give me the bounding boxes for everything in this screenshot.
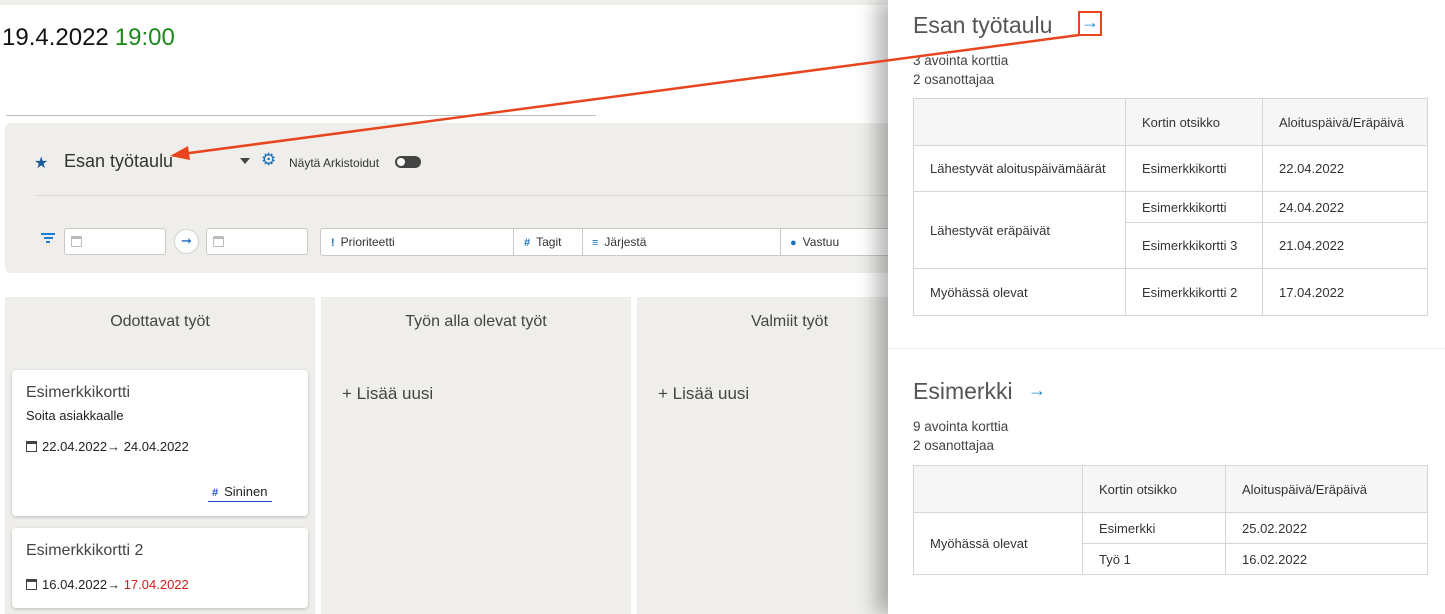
column-title: Odottavat työt <box>110 313 210 330</box>
group-label: Myöhässä olevat <box>913 268 1126 316</box>
date-cell: 16.02.2022 <box>1225 543 1428 575</box>
board-toolbar: ★ Esan työtaulu ⚙ Näytä Arkistoidut ➞ ! P… <box>5 123 905 273</box>
board-name[interactable]: Esan työtaulu <box>64 151 173 172</box>
date-cell: 17.04.2022 <box>1262 268 1428 316</box>
card-title-cell[interactable]: Esimerkkikortti 3 <box>1125 222 1263 269</box>
overdue-date: 17.04.2022 <box>123 577 189 592</box>
priority-icon: ! <box>331 237 335 249</box>
card-title-cell[interactable]: Esimerkki <box>1082 512 1226 544</box>
participants-count: 2 osanottajaa <box>913 438 995 453</box>
group-label: Lähestyvät eräpäivät <box>913 191 1126 269</box>
current-datetime: 19.4.2022 19:00 <box>2 24 175 52</box>
date-cell: 22.04.2022 <box>1262 145 1428 192</box>
date-cell: 25.02.2022 <box>1225 512 1428 544</box>
panel-divider <box>888 348 1445 349</box>
card-dates: 22.04.2022→ 24.04.2022 <box>26 439 189 454</box>
card-title-cell[interactable]: Esimerkkikortti 2 <box>1125 268 1263 316</box>
card[interactable]: Esimerkkikortti Soita asiakkaalle 22.04.… <box>12 370 308 516</box>
column-title: Työn alla olevat työt <box>405 313 547 330</box>
tag-badge[interactable]: # Sininen <box>208 484 272 502</box>
group-label: Lähestyvät aloituspäivämäärät <box>913 145 1126 192</box>
sort-filter[interactable]: ≡ Järjestä <box>583 229 781 255</box>
add-card-button[interactable]: + Lisää uusi <box>342 384 433 404</box>
current-date: 19.4.2022 <box>2 24 109 51</box>
column-waiting: Odottavat työt Esimerkkikortti Soita asi… <box>5 297 315 614</box>
add-card-button[interactable]: + Lisää uusi <box>658 384 749 404</box>
app-root: 19.4.2022 19:00 ★ Esan työtaulu ⚙ Näytä A… <box>0 0 1445 614</box>
board-summary-table: Kortin otsikko Aloituspäivä/Eräpäivä Läh… <box>913 98 1428 316</box>
boards-overview-panel: Esan työtaulu → 3 avointa korttia 2 osan… <box>888 0 1445 614</box>
board-meta: 3 avointa korttia 2 osanottajaa <box>913 51 1008 89</box>
card-title-cell[interactable]: Työ 1 <box>1082 543 1226 575</box>
table-header-row: Kortin otsikko Aloituspäivä/Eräpäivä <box>913 465 1428 513</box>
priority-filter[interactable]: ! Prioriteetti <box>321 229 514 255</box>
card-title: Esimerkkikortti 2 <box>26 542 144 559</box>
column-header: Aloituspäivä/Eräpäivä <box>1262 98 1428 146</box>
hash-icon: # <box>524 237 531 249</box>
open-cards-count: 9 avointa korttia <box>913 419 1009 434</box>
column-in-progress: Työn alla olevat työt + Lisää uusi <box>321 297 631 614</box>
card-description: Soita asiakkaalle <box>26 408 124 423</box>
table-row: Lähestyvät eräpäivät Esimerkkikortti 24.… <box>913 191 1428 269</box>
open-cards-count: 3 avointa korttia <box>913 53 1009 68</box>
board-summary-table: Kortin otsikko Aloituspäivä/Eräpäivä Myö… <box>913 465 1428 575</box>
group-label: Myöhässä olevat <box>913 512 1083 575</box>
filter-group: ! Prioriteetti # Tagit ≡ Järjestä ● Vastuu <box>320 228 900 256</box>
filter-icon[interactable] <box>41 233 55 245</box>
sort-icon: ≡ <box>592 237 599 249</box>
top-strip <box>0 0 890 5</box>
show-archived-label: Näytä Arkistoidut <box>289 156 380 170</box>
start-date-input[interactable] <box>64 228 166 255</box>
card[interactable]: Esimerkkikortti 2 16.04.2022→ 17.04.2022 <box>12 528 308 608</box>
calendar-icon <box>71 236 82 247</box>
card-title: Esimerkkikortti <box>26 384 131 401</box>
calendar-icon <box>26 579 37 590</box>
table-header-row: Kortin otsikko Aloituspäivä/Eräpäivä <box>913 98 1428 146</box>
star-icon[interactable]: ★ <box>34 153 48 173</box>
caret-down-icon[interactable] <box>240 158 250 164</box>
end-date-input[interactable] <box>206 228 308 255</box>
date-cell: 21.04.2022 <box>1262 222 1428 269</box>
highlight-box <box>1078 11 1102 36</box>
board-title[interactable]: Esimerkki <box>913 378 1013 405</box>
arrow-right-icon[interactable]: ➞ <box>174 229 199 254</box>
divider <box>6 115 596 116</box>
hash-icon: # <box>212 487 219 499</box>
date-cell: 24.04.2022 <box>1262 191 1428 223</box>
show-archived-toggle[interactable] <box>395 156 421 168</box>
board-meta: 9 avointa korttia 2 osanottajaa <box>913 417 1008 455</box>
table-row: Myöhässä olevat Esimerkki 25.02.2022 <box>913 512 1428 575</box>
table-row: Lähestyvät aloituspäivämäärät Esimerkkik… <box>913 145 1428 192</box>
toolbar-divider <box>35 195 895 196</box>
card-title-cell[interactable]: Esimerkkikortti <box>1125 145 1263 192</box>
column-header: Aloituspäivä/Eräpäivä <box>1225 465 1428 513</box>
column-header: Kortin otsikko <box>1125 98 1263 146</box>
assignee-filter[interactable]: ● Vastuu <box>781 229 899 255</box>
board-title[interactable]: Esan työtaulu <box>913 12 1052 39</box>
tags-filter[interactable]: # Tagit <box>514 229 583 255</box>
card-title-cell[interactable]: Esimerkkikortti <box>1125 191 1263 223</box>
column-header: Kortin otsikko <box>1082 465 1226 513</box>
calendar-icon <box>213 236 224 247</box>
person-icon: ● <box>790 237 797 249</box>
current-time: 19:00 <box>114 24 175 51</box>
participants-count: 2 osanottajaa <box>913 72 995 87</box>
calendar-icon <box>26 441 37 452</box>
arrow-right-icon[interactable]: → <box>1028 380 1046 401</box>
gear-icon[interactable]: ⚙ <box>261 150 276 170</box>
card-dates: 16.04.2022→ 17.04.2022 <box>26 577 189 592</box>
table-row: Myöhässä olevat Esimerkkikortti 2 17.04.… <box>913 268 1428 316</box>
